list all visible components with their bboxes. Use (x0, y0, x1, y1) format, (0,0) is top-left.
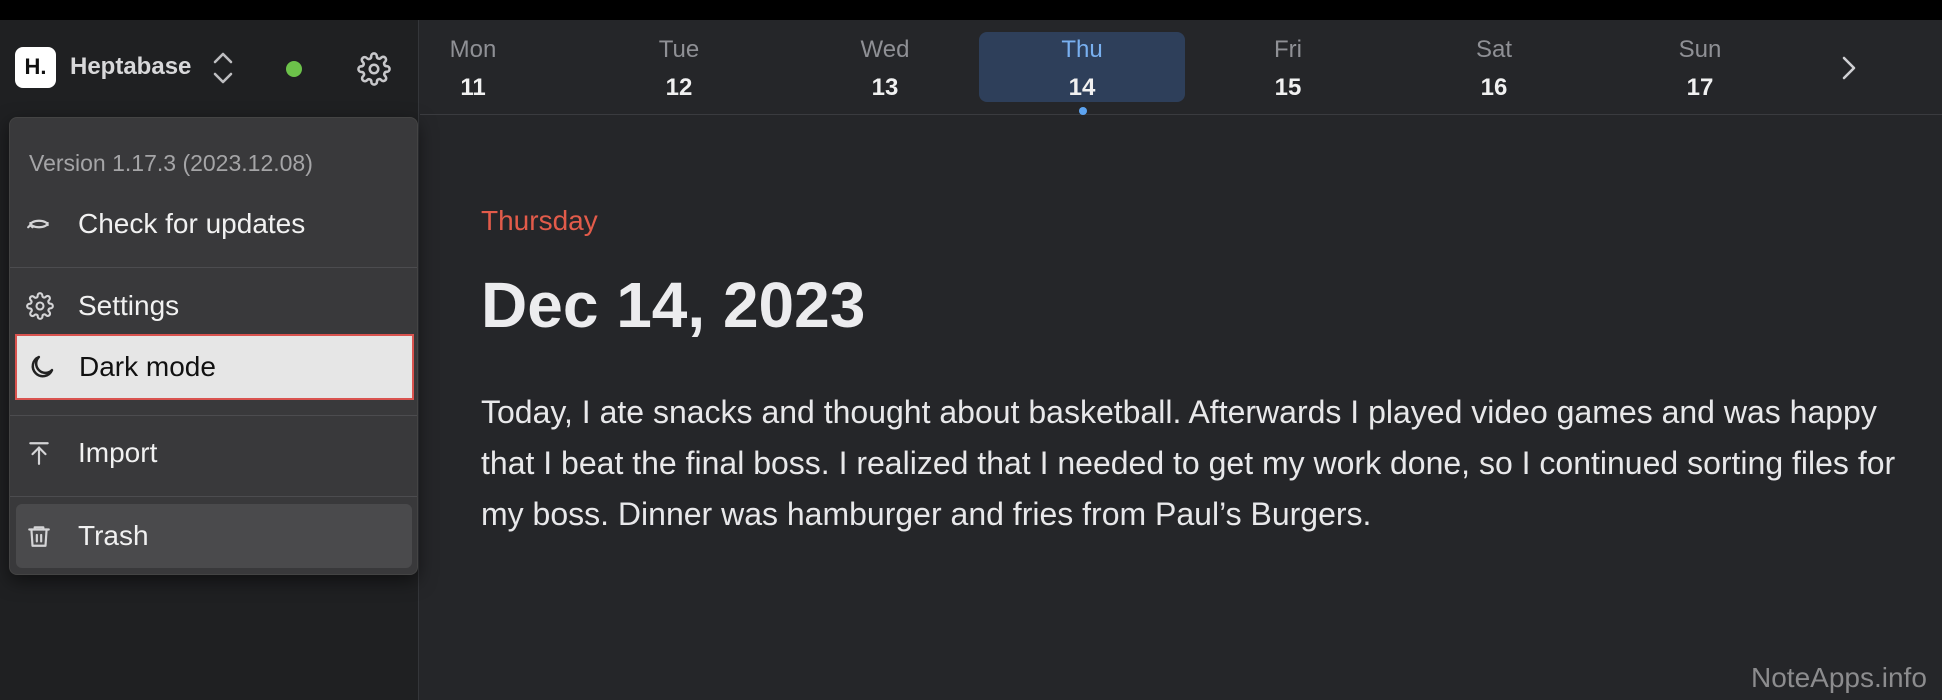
day-thu[interactable]: Thu 14 (979, 32, 1185, 102)
menu-divider (10, 415, 417, 416)
day-wed[interactable]: Wed 13 (782, 32, 988, 102)
upload-icon (26, 439, 64, 467)
moon-icon (27, 352, 65, 382)
import-menu-item[interactable]: Import (16, 422, 412, 484)
journal-note-text[interactable]: Today, I ate snacks and thought about ba… (481, 387, 1921, 540)
window-top-bar (0, 0, 1942, 20)
version-label: Version 1.17.3 (2023.12.08) (29, 150, 313, 176)
day-sun[interactable]: Sun 17 (1597, 32, 1803, 102)
heptabase-logo: H. (15, 46, 56, 88)
today-indicator (1079, 107, 1087, 115)
week-strip: Mon 11 Tue 12 Wed 13 Thu 14 Fri 15 Sat 1… (420, 20, 1942, 115)
journal-weekday: Thursday (481, 205, 598, 236)
sync-status-dot (286, 61, 302, 77)
watermark: NoteApps.info (1751, 662, 1927, 693)
journal-date-title: Dec 14, 2023 (481, 269, 866, 341)
day-number: 16 (1480, 74, 1508, 101)
day-name: Mon (449, 36, 497, 63)
trash-menu-item[interactable]: Trash (16, 504, 412, 568)
chevron-up-down-icon[interactable] (212, 50, 234, 86)
day-number: 17 (1686, 74, 1714, 101)
day-fri[interactable]: Fri 15 (1185, 32, 1391, 102)
day-name: Tue (658, 36, 700, 63)
workspace-name: Heptabase (70, 53, 192, 80)
trash-icon (26, 522, 64, 550)
dark-mode-label: Dark mode (79, 351, 216, 382)
day-mon[interactable]: Mon 11 (370, 32, 576, 102)
day-name: Wed (860, 36, 910, 63)
day-sat[interactable]: Sat 16 (1391, 32, 1597, 102)
day-name: Sat (1475, 36, 1513, 63)
day-name: Thu (1061, 36, 1103, 63)
day-number: 15 (1274, 74, 1302, 101)
import-label: Import (78, 437, 158, 468)
settings-menu-item[interactable]: Settings (16, 275, 412, 337)
menu-divider (10, 496, 417, 497)
dark-mode-menu-item[interactable]: Dark mode (15, 334, 414, 400)
menu-divider (10, 267, 417, 268)
day-name: Sun (1678, 36, 1722, 63)
day-tue[interactable]: Tue 12 (576, 32, 782, 102)
day-number: 12 (665, 74, 693, 101)
check-updates-label: Check for updates (78, 208, 306, 239)
check-updates-menu-item[interactable]: Check for updates (16, 193, 412, 255)
gear-icon (26, 292, 64, 320)
day-number: 13 (871, 74, 899, 101)
day-number: 14 (1068, 74, 1096, 101)
settings-label: Settings (78, 290, 180, 321)
workspace-switcher[interactable]: H. Heptabase (15, 46, 191, 88)
refresh-icon (26, 211, 64, 237)
day-name: Fri (1274, 36, 1302, 63)
app-menu-dropdown: Version 1.17.3 (2023.12.08) Check for up… (9, 117, 418, 575)
day-number: 11 (460, 74, 486, 101)
trash-label: Trash (78, 520, 149, 551)
chevron-right-icon[interactable] (1838, 52, 1860, 84)
